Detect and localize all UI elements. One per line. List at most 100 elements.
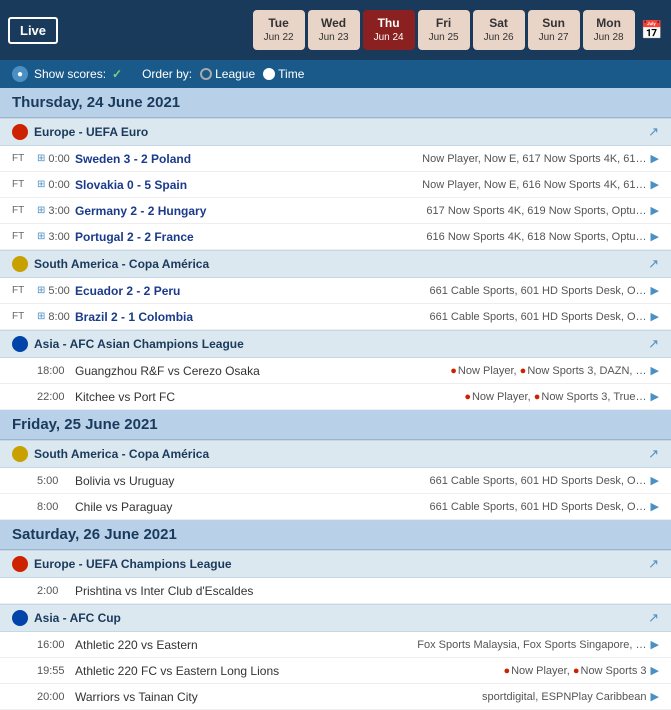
match-row: FT⊞0:00Sweden 3 - 2 PolandNow Player, No… — [0, 146, 671, 172]
time-radio[interactable] — [263, 68, 275, 80]
external-link-icon[interactable]: ↗ — [648, 610, 659, 626]
day-tab-tue[interactable]: TueJun 22 — [253, 10, 305, 51]
live-badge: Live — [8, 17, 58, 44]
arrow-right-icon: ▶ — [651, 475, 659, 487]
match-teams: Slovakia 0 - 5 Spain — [75, 178, 340, 192]
match-time: 19:55 — [37, 665, 75, 677]
day-tab-sat[interactable]: SatJun 26 — [473, 10, 525, 51]
match-teams: Athletic 220 vs Eastern — [75, 638, 340, 652]
match-time: 8:00 — [37, 501, 75, 513]
match-teams: Athletic 220 FC vs Eastern Long Lions — [75, 664, 340, 678]
match-status: FT — [12, 179, 37, 190]
time-icon: ⊞ — [37, 231, 45, 242]
match-time: 16:00 — [37, 639, 75, 651]
match-channels: Now Player, Now E, 617 Now Sports 4K, 61… — [340, 152, 659, 165]
match-row: FT⊞8:00Brazil 2 - 1 Colombia661 Cable Sp… — [0, 304, 671, 330]
match-time: ⊞3:00 — [37, 231, 75, 243]
arrow-right-icon: ▶ — [651, 665, 659, 677]
time-icon: ⊞ — [37, 153, 45, 164]
red-dot-icon: ● — [503, 665, 510, 677]
league-section: Asia - AFC Cup↗16:00Athletic 220 vs East… — [0, 604, 671, 710]
day-tab-mon[interactable]: MonJun 28 — [583, 10, 635, 51]
match-row: 19:55Athletic 220 FC vs Eastern Long Lio… — [0, 658, 671, 684]
league-header: Europe - UEFA Champions League↗ — [0, 550, 671, 578]
match-channels: 661 Cable Sports, 601 HD Sports Desk, O…… — [340, 500, 659, 513]
match-row: 16:00Athletic 220 vs EasternFox Sports M… — [0, 632, 671, 658]
match-row: 18:00Guangzhou R&F vs Cerezo Osaka●Now P… — [0, 358, 671, 384]
order-league-option[interactable]: League — [200, 67, 255, 81]
red-dot-icon: ● — [534, 391, 541, 403]
match-time: ⊞3:00 — [37, 205, 75, 217]
match-status: FT — [12, 205, 37, 216]
match-channels: ●Now Player, ●Now Sports 3▶ — [340, 664, 659, 677]
league-radio[interactable] — [200, 68, 212, 80]
scores-checkmark[interactable]: ✓ — [112, 67, 122, 81]
match-time: ⊞5:00 — [37, 285, 75, 297]
calendar-icon[interactable]: 📅 — [641, 20, 663, 41]
day-tab-thu[interactable]: ThuJun 24 — [363, 10, 415, 51]
day-tab-fri[interactable]: FriJun 25 — [418, 10, 470, 51]
league-header: South America - Copa América ↗ — [0, 250, 671, 278]
day-header: Saturday, 26 June 2021 — [0, 520, 671, 550]
match-teams: Brazil 2 - 1 Colombia — [75, 310, 340, 324]
match-row: 20:00Warriors vs Tainan Citysportdigital… — [0, 684, 671, 710]
league-section: Asia - AFC Asian Champions League ↗ 18:00G… — [0, 330, 671, 410]
time-icon: ⊞ — [37, 285, 45, 296]
external-link-icon[interactable]: ↗ — [648, 256, 659, 272]
arrow-right-icon: ▶ — [651, 285, 659, 297]
league-icon — [12, 124, 28, 140]
arrow-right-icon: ▶ — [651, 391, 659, 403]
league-name-text: South America - Copa América — [34, 257, 209, 271]
controls-bar: ● Show scores: ✓ Order by: League Time — [0, 60, 671, 88]
match-channels: ●Now Player, ●Now Sports 3, True…▶ — [340, 390, 659, 403]
league-section: Europe - UEFA Euro↗FT⊞0:00Sweden 3 - 2 P… — [0, 118, 671, 250]
day-header: Thursday, 24 June 2021 — [0, 88, 671, 118]
league-section: South America - Copa América ↗ FT⊞5:00Ecua… — [0, 250, 671, 330]
top-navigation: Live TueJun 22WedJun 23ThuJun 24FriJun 2… — [0, 0, 671, 60]
match-channels: 616 Now Sports 4K, 618 Now Sports, Optu…… — [340, 230, 659, 243]
external-link-icon[interactable]: ↗ — [648, 556, 659, 572]
match-row: FT⊞5:00Ecuador 2 - 2 Peru661 Cable Sport… — [0, 278, 671, 304]
arrow-right-icon: ▶ — [651, 365, 659, 377]
order-by-control: Order by: League Time — [142, 67, 304, 81]
match-teams: Chile vs Paraguay — [75, 500, 340, 514]
league-icon — [12, 610, 28, 626]
arrow-right-icon: ▶ — [651, 639, 659, 651]
external-link-icon[interactable]: ↗ — [648, 124, 659, 140]
league-name-text: Asia - AFC Asian Champions League — [34, 337, 244, 351]
league-header: Asia - AFC Cup↗ — [0, 604, 671, 632]
match-row: 22:00Kitchee vs Port FC●Now Player, ●Now… — [0, 384, 671, 410]
match-row: FT⊞3:00Portugal 2 - 2 France616 Now Spor… — [0, 224, 671, 250]
match-time: 18:00 — [37, 365, 75, 377]
red-dot-icon: ● — [520, 365, 527, 377]
time-label: Time — [278, 67, 304, 81]
day-tab-wed[interactable]: WedJun 23 — [308, 10, 360, 51]
time-icon: ⊞ — [37, 179, 45, 190]
match-status: FT — [12, 153, 37, 164]
day-tab-sun[interactable]: SunJun 27 — [528, 10, 580, 51]
match-time: 20:00 — [37, 691, 75, 703]
show-scores-label: Show scores: — [34, 67, 106, 81]
league-section: South America - Copa América↗5:00Bolivia… — [0, 440, 671, 520]
external-link-icon[interactable]: ↗ — [648, 446, 659, 462]
league-icon — [12, 446, 28, 462]
league-label: League — [215, 67, 255, 81]
match-time: 5:00 — [37, 475, 75, 487]
match-row: 5:00Bolivia vs Uruguay661 Cable Sports, … — [0, 468, 671, 494]
main-content: Thursday, 24 June 2021Europe - UEFA Euro… — [0, 88, 671, 710]
match-teams: Ecuador 2 - 2 Peru — [75, 284, 340, 298]
external-link-icon[interactable]: ↗ — [648, 336, 659, 352]
red-dot-icon: ● — [450, 365, 457, 377]
order-time-option[interactable]: Time — [263, 67, 304, 81]
match-row: 8:00Chile vs Paraguay661 Cable Sports, 6… — [0, 494, 671, 520]
order-by-label: Order by: — [142, 67, 192, 81]
match-channels: 617 Now Sports 4K, 619 Now Sports, Optu…… — [340, 204, 659, 217]
day-tabs: TueJun 22WedJun 23ThuJun 24FriJun 25SatJ… — [70, 10, 635, 51]
match-row: FT⊞3:00Germany 2 - 2 Hungary617 Now Spor… — [0, 198, 671, 224]
match-status: FT — [12, 285, 37, 296]
arrow-right-icon: ▶ — [651, 179, 659, 191]
red-dot-icon: ● — [573, 665, 580, 677]
match-teams: Prishtina vs Inter Club d'Escaldes — [75, 584, 340, 598]
match-channels: ●Now Player, ●Now Sports 3, DAZN, …▶ — [340, 364, 659, 377]
league-header: South America - Copa América↗ — [0, 440, 671, 468]
